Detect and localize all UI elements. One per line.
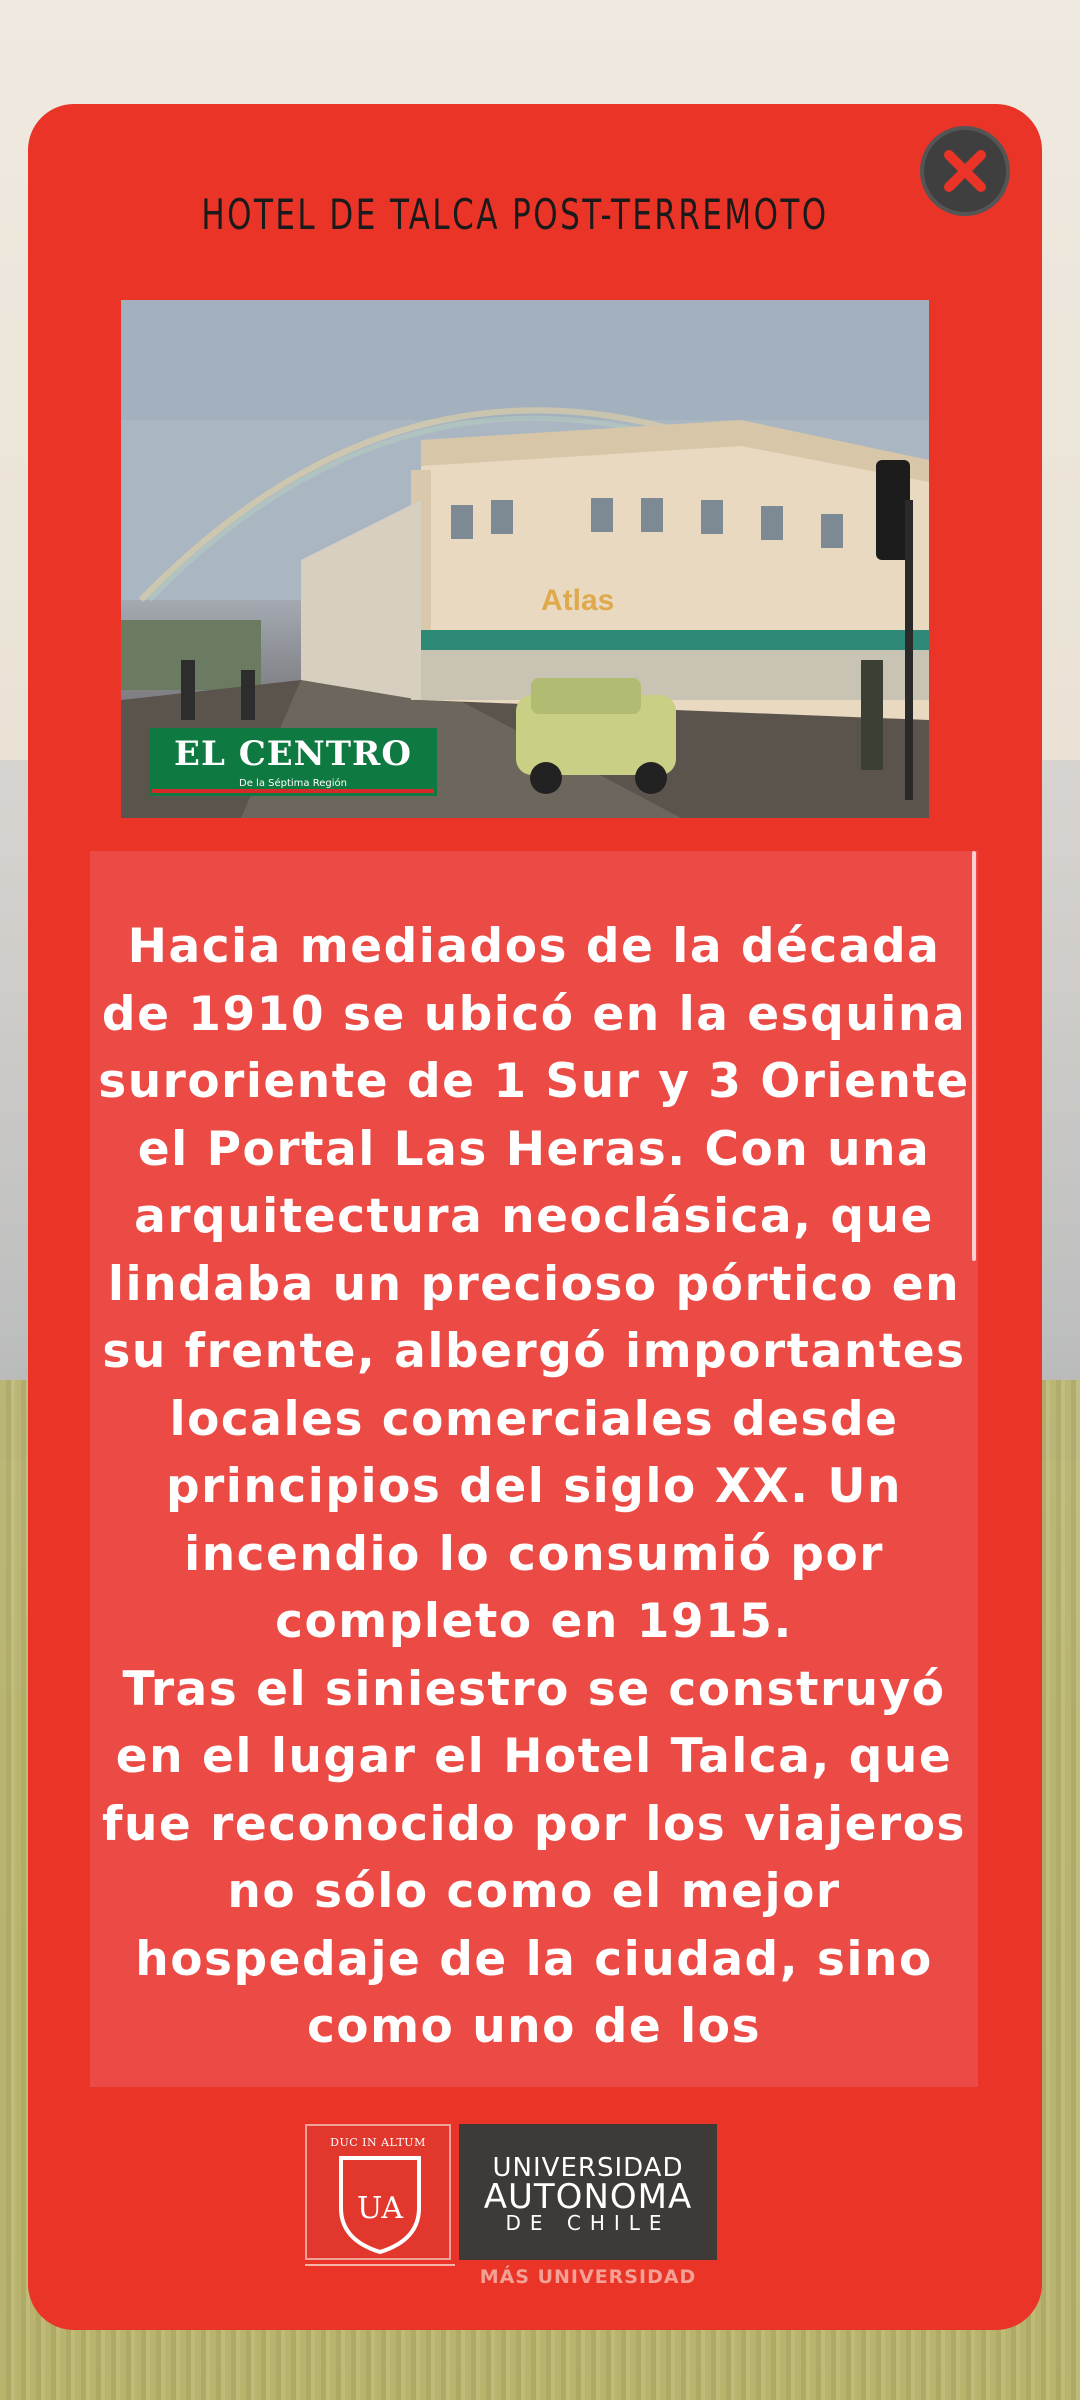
university-logo: DUC IN ALTUM UA UNIVERSIDAD AUTONOMA DE … [305, 2124, 717, 2290]
close-icon [944, 150, 986, 192]
university-motto: DUC IN ALTUM [330, 2136, 426, 2149]
modal-title: HOTEL DE TALCA POST-TERREMOTO [201, 190, 829, 239]
scrollbar[interactable] [972, 851, 976, 1261]
university-name: UNIVERSIDAD AUTONOMA DE CHILE [459, 2124, 717, 2260]
svg-text:Atlas: Atlas [541, 584, 614, 617]
historic-photo: Atlas EL CENTRO De la Séptima Región [121, 300, 929, 818]
description-scroll-area[interactable]: Hacia mediados de la década de 1910 se u… [90, 851, 978, 2087]
newspaper-logo: EL CENTRO De la Séptima Región [149, 728, 437, 796]
university-shield: DUC IN ALTUM UA [305, 2124, 451, 2260]
newspaper-logo-text: EL CENTRO [152, 731, 434, 777]
university-tagline: MÁS UNIVERSIDAD [479, 2266, 697, 2288]
shield-icon: UA [339, 2156, 421, 2255]
close-button[interactable] [920, 126, 1010, 216]
description-text: Hacia mediados de la década de 1910 se u… [98, 919, 970, 2054]
university-initials: UA [357, 2191, 403, 2226]
university-name-line2: AUTONOMA [483, 2177, 693, 2217]
